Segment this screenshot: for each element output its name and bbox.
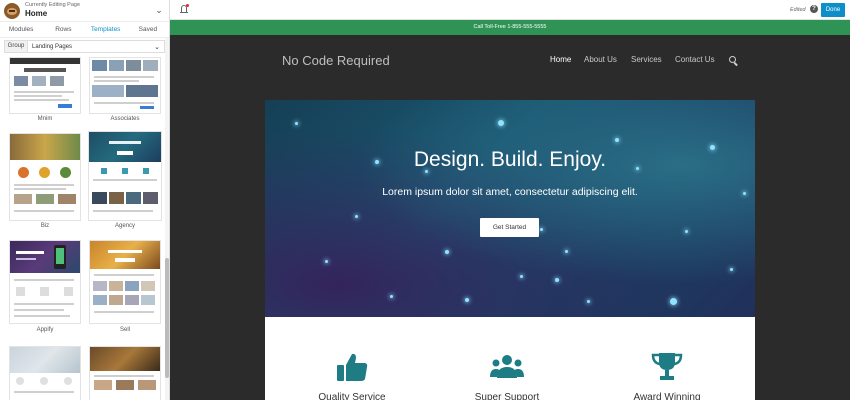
chevron-down-icon[interactable]: ⌄ [153, 5, 165, 16]
template-thumb[interactable] [10, 347, 80, 400]
site-brand[interactable]: No Code Required [282, 53, 390, 68]
panel-header: Currently Editing Page Home ⌄ [0, 0, 169, 22]
hero-subtitle: Lorem ipsum dolor sit amet, consectetur … [382, 186, 638, 198]
builder-topbar: Edited ? Done [170, 0, 850, 20]
hero-section: Design. Build. Enjoy. Lorem ipsum dolor … [265, 100, 755, 317]
template-thumb-biz[interactable] [10, 134, 80, 220]
builder-panel: Currently Editing Page Home ⌄ Modules Ro… [0, 0, 170, 400]
nav-services[interactable]: Services [631, 55, 662, 64]
template-thumb-associates[interactable] [90, 58, 160, 113]
nav-home[interactable]: Home [550, 55, 571, 64]
editing-title: Currently Editing Page Home [25, 3, 153, 18]
group-select-value: Landing Pages [32, 43, 73, 50]
notification-bell-icon[interactable] [180, 4, 189, 14]
tab-saved[interactable]: Saved [127, 22, 169, 37]
group-select[interactable]: Landing Pages ⌄ [28, 40, 165, 53]
template-thumb[interactable] [90, 347, 160, 400]
page-canvas: Call Toll-Free 1-855-555-5555 No Code Re… [170, 20, 850, 400]
chevron-down-icon: ⌄ [154, 43, 160, 51]
help-icon[interactable]: ? [810, 5, 818, 13]
search-icon[interactable] [729, 56, 739, 66]
feature-label: Award Winning [633, 392, 701, 400]
thumbs-up-icon [337, 353, 368, 381]
template-thumb-mnim[interactable] [10, 58, 80, 113]
template-filter: Group Landing Pages ⌄ [4, 40, 165, 53]
template-label: Biz [40, 223, 50, 229]
page-name: Home [25, 8, 48, 18]
nav-contact-us[interactable]: Contact Us [675, 55, 715, 64]
template-thumb-sell[interactable] [90, 241, 160, 323]
panel-scrollbar[interactable] [165, 38, 169, 400]
feature-label: Super Support [474, 392, 540, 400]
beaver-logo-icon [4, 2, 20, 19]
panel-scrollbar-thumb[interactable] [165, 258, 169, 378]
hero-title: Design. Build. Enjoy. [413, 148, 607, 171]
template-thumb-agency[interactable] [89, 132, 161, 220]
template-label: Appify [36, 327, 54, 333]
template-label: Mnim [37, 116, 53, 122]
editing-subtitle: Currently Editing Page [25, 2, 81, 9]
features-section: Quality Service Super Support Award Winn… [265, 317, 755, 400]
users-icon [490, 355, 524, 378]
template-thumb-appify[interactable] [10, 241, 80, 323]
template-label: Agency [114, 223, 135, 229]
tab-rows[interactable]: Rows [42, 22, 84, 37]
nav-about-us[interactable]: About Us [584, 55, 617, 64]
edited-status: Edited [790, 7, 806, 13]
page-builder: Currently Editing Page Home ⌄ Modules Ro… [0, 0, 850, 400]
group-label: Group [4, 40, 28, 53]
feature-label: Quality Service [318, 392, 386, 400]
tab-modules[interactable]: Modules [0, 22, 42, 37]
toll-free-banner: Call Toll-Free 1-855-555-5555 [170, 20, 850, 35]
trophy-icon [651, 353, 683, 380]
template-label: Associates [110, 116, 140, 122]
get-started-button[interactable]: Get Started [480, 218, 539, 237]
template-label: Sell [119, 327, 130, 333]
panel-tabs: Modules Rows Templates Saved [0, 22, 169, 38]
done-button[interactable]: Done [821, 3, 845, 17]
tab-templates[interactable]: Templates [85, 22, 127, 37]
